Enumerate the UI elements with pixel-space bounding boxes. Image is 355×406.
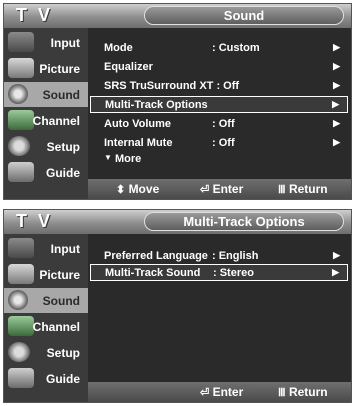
menu-item-multi-track-sound[interactable]: Multi-Track Sound : Stereo ▶ <box>90 264 348 281</box>
sidebar-item-input[interactable]: Input <box>4 30 88 55</box>
channel-icon <box>8 316 34 336</box>
arrow-right-icon: ▶ <box>332 99 339 109</box>
sidebar-item-label: Setup <box>46 346 80 360</box>
return-icon: Ⅲ <box>278 184 286 196</box>
sidebar-item-label: Sound <box>42 88 80 102</box>
picture-icon <box>8 58 34 78</box>
sidebar-item-label: Picture <box>39 62 80 76</box>
return-icon: Ⅲ <box>278 387 286 399</box>
setup-icon <box>8 342 30 362</box>
more-indicator[interactable]: ▼ More <box>104 153 141 165</box>
sidebar: Input Picture Sound Channel Setup Guide <box>4 28 88 199</box>
footer-bar: ⏎ Enter Ⅲ Return <box>88 382 351 402</box>
sidebar-item-label: Picture <box>39 268 80 282</box>
menu-item-equalizer[interactable]: Equalizer ▶ <box>90 59 348 76</box>
menu-item-multi-track-options[interactable]: Multi-Track Options ▶ <box>90 96 348 113</box>
menu-item-mode[interactable]: Mode : Custom ▶ <box>90 40 348 57</box>
sidebar-item-channel[interactable]: Channel <box>4 314 88 339</box>
arrow-right-icon: ▶ <box>332 267 339 277</box>
guide-icon <box>8 368 34 388</box>
footer-move: ⬍ Move <box>116 182 160 196</box>
sidebar-item-setup[interactable]: Setup <box>4 134 88 159</box>
footer-enter: ⏎ Enter <box>200 385 244 399</box>
sidebar-item-channel[interactable]: Channel <box>4 108 88 133</box>
sidebar-item-guide[interactable]: Guide <box>4 366 88 391</box>
sound-menu-panel: T V Sound Input Picture Sound Channel Se… <box>3 3 352 200</box>
multi-track-options-panel: T V Multi-Track Options Input Picture So… <box>3 209 352 403</box>
arrow-right-icon: ▶ <box>333 61 340 71</box>
sidebar-item-label: Guide <box>45 166 80 180</box>
sidebar-item-input[interactable]: Input <box>4 236 88 261</box>
arrow-right-icon: ▶ <box>333 42 340 52</box>
footer-return: Ⅲ Return <box>278 385 328 399</box>
menu-item-auto-volume[interactable]: Auto Volume : Off ▶ <box>90 116 348 133</box>
footer-enter: ⏎ Enter <box>200 182 244 196</box>
menu-header: T V Multi-Track Options <box>4 210 351 234</box>
menu-item-internal-mute[interactable]: Internal Mute : Off ▶ <box>90 135 348 152</box>
move-icon: ⬍ <box>116 184 126 196</box>
sidebar-item-label: Input <box>50 36 80 50</box>
input-icon <box>8 32 34 52</box>
speaker-icon <box>8 290 28 310</box>
sidebar-item-picture[interactable]: Picture <box>4 56 88 81</box>
tv-label: T V <box>16 5 54 25</box>
arrow-right-icon: ▶ <box>333 250 340 260</box>
menu-item-srs-trusurround[interactable]: SRS TruSurround XT : Off ▶ <box>90 78 348 95</box>
footer-return: Ⅲ Return <box>278 182 328 196</box>
input-icon <box>8 238 34 258</box>
sidebar-item-label: Setup <box>46 140 80 154</box>
enter-icon: ⏎ <box>200 184 210 196</box>
sidebar-item-label: Input <box>50 242 80 256</box>
channel-icon <box>8 110 34 130</box>
arrow-right-icon: ▶ <box>333 80 340 90</box>
sidebar-item-sound[interactable]: Sound <box>4 82 88 107</box>
sidebar-item-label: Guide <box>45 372 80 386</box>
menu-title: Multi-Track Options <box>144 212 344 231</box>
picture-icon <box>8 264 34 284</box>
sidebar-item-label: Sound <box>42 294 80 308</box>
sidebar-item-label: Channel <box>32 320 80 334</box>
menu-title: Sound <box>144 6 344 25</box>
sidebar-item-sound[interactable]: Sound <box>4 288 88 313</box>
setup-icon <box>8 136 30 156</box>
sidebar-item-label: Channel <box>32 114 80 128</box>
speaker-icon <box>8 84 28 104</box>
menu-header: T V Sound <box>4 4 351 28</box>
arrow-right-icon: ▶ <box>333 118 340 128</box>
sidebar-item-picture[interactable]: Picture <box>4 262 88 287</box>
menu-item-preferred-language[interactable]: Preferred Language : English ▶ <box>90 248 348 265</box>
sidebar-item-guide[interactable]: Guide <box>4 160 88 185</box>
arrow-right-icon: ▶ <box>333 137 340 147</box>
tv-label: T V <box>16 211 54 231</box>
sidebar: Input Picture Sound Channel Setup Guide <box>4 234 88 402</box>
sidebar-item-setup[interactable]: Setup <box>4 340 88 365</box>
footer-bar: ⬍ Move ⏎ Enter Ⅲ Return <box>88 179 351 199</box>
enter-icon: ⏎ <box>200 387 210 399</box>
more-down-icon: ▼ <box>104 153 112 162</box>
guide-icon <box>8 162 34 182</box>
